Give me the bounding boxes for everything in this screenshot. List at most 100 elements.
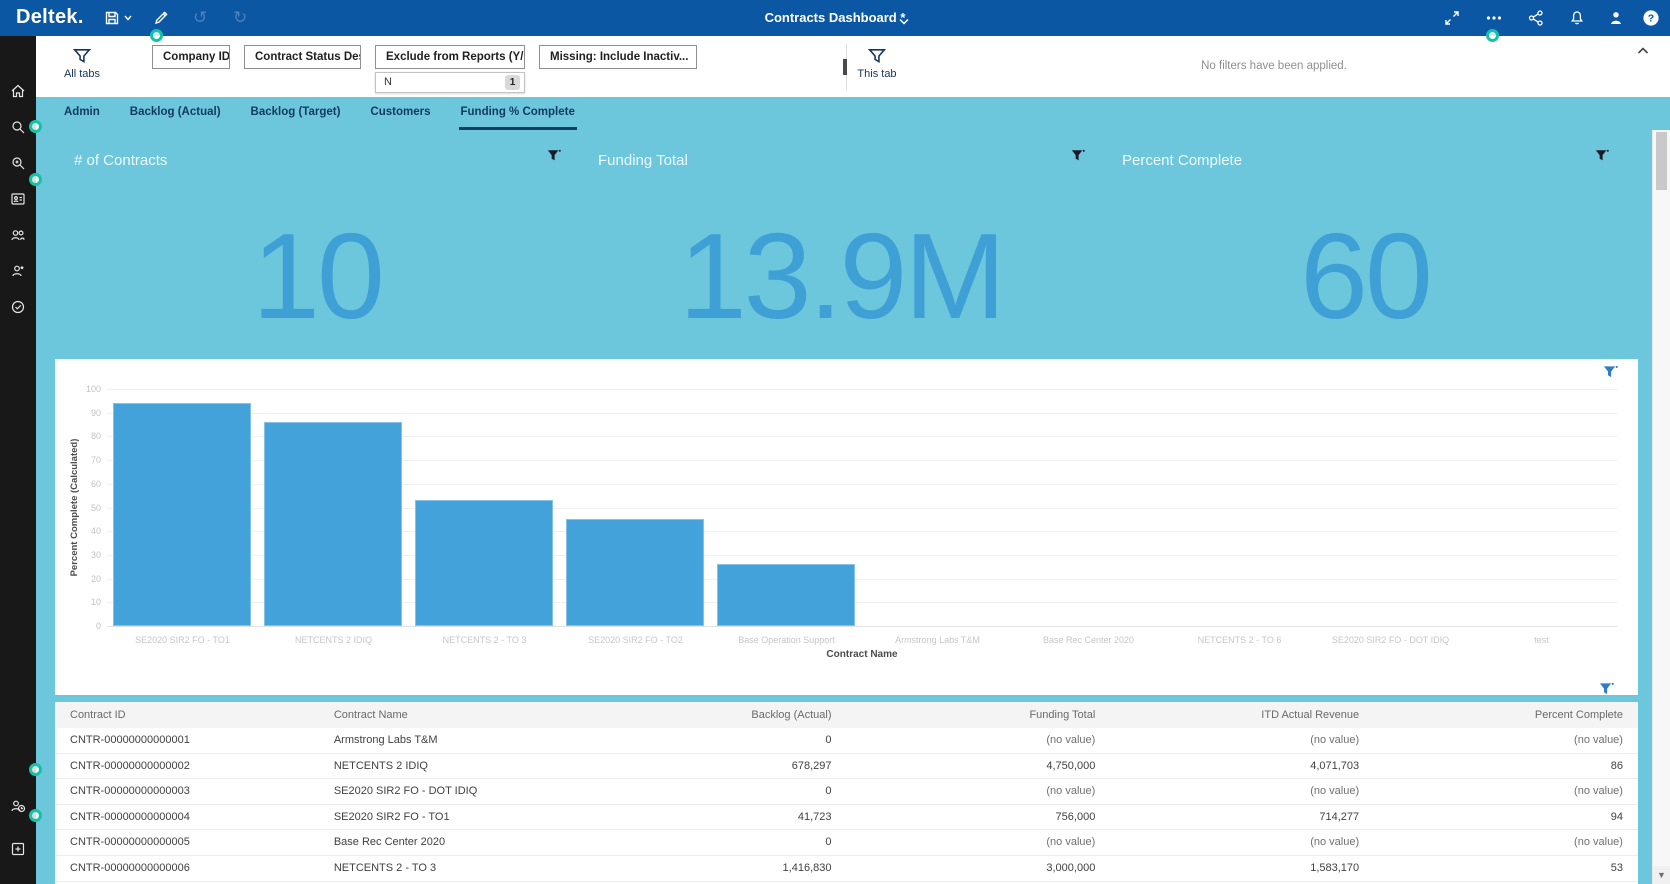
expand-icon[interactable]: [1443, 9, 1461, 27]
x-axis-label: NETCENTS 2 IDIQ: [258, 635, 409, 645]
table-cell: 0: [583, 779, 847, 804]
table-cell: 0: [583, 728, 847, 753]
kpi-panel: # of Contracts10: [55, 130, 579, 359]
scroll-down-button[interactable]: ▼: [1653, 866, 1670, 884]
filter-value-input[interactable]: N1: [375, 72, 525, 93]
tab-backlog-actual-[interactable]: Backlog (Actual): [128, 97, 223, 130]
annotation-dot: [29, 173, 42, 186]
share-icon[interactable]: [1527, 9, 1545, 27]
column-header[interactable]: Contract Name: [319, 702, 583, 728]
collapse-chevron-icon[interactable]: [1636, 44, 1656, 64]
bar[interactable]: [415, 500, 553, 626]
table-cell: (no value): [846, 830, 1110, 855]
scrollbar-thumb[interactable]: [1656, 132, 1667, 190]
table-row[interactable]: CNTR-00000000000004SE2020 SIR2 FO - TO14…: [55, 805, 1638, 831]
this-tab-label[interactable]: This tab: [842, 68, 912, 80]
check-circle-icon[interactable]: [10, 299, 26, 315]
table-row[interactable]: CNTR-00000000000002NETCENTS 2 IDIQ678,29…: [55, 754, 1638, 780]
save-icon[interactable]: [103, 9, 121, 27]
gridline: [107, 626, 1617, 627]
table-cell: Base Rec Center 2020: [319, 830, 583, 855]
kpi-title: # of Contracts: [74, 152, 167, 169]
bar-slot: [711, 389, 862, 626]
filter-chip: Company ID: [152, 45, 230, 69]
table-cell: CNTR-00000000000006: [55, 856, 319, 881]
x-axis-label: SE2020 SIR2 FO - TO2: [560, 635, 711, 645]
filter-chip-button[interactable]: Contract Status Desc: [244, 45, 361, 69]
help-icon[interactable]: ?: [1642, 9, 1660, 27]
column-header[interactable]: Funding Total: [846, 702, 1110, 728]
save-menu-chevron-icon[interactable]: [123, 13, 141, 31]
filter-chip-button[interactable]: Missing: Include Inactiv...: [539, 45, 697, 69]
all-tabs-filter-icon[interactable]: [73, 48, 91, 69]
title-chevron-icon[interactable]: [898, 14, 910, 32]
table-cell: (no value): [1110, 728, 1374, 753]
account-person-icon[interactable]: [1607, 9, 1625, 27]
x-axis-label: test: [1466, 635, 1617, 645]
bar-slot: [1315, 389, 1466, 626]
table-row[interactable]: CNTR-00000000000001Armstrong Labs T&M0(n…: [55, 728, 1638, 754]
kpi-value: 60: [1103, 216, 1627, 336]
column-header[interactable]: Percent Complete: [1374, 702, 1638, 728]
bar[interactable]: [264, 422, 402, 626]
bar[interactable]: [566, 519, 704, 626]
annotation-dot: [150, 29, 163, 42]
table-cell: Armstrong Labs T&M: [319, 728, 583, 753]
filter-chip-button[interactable]: Company ID: [152, 45, 230, 69]
kpi-filter-icon[interactable]: [1071, 149, 1085, 167]
employee-card-icon[interactable]: [10, 191, 26, 207]
bar[interactable]: [717, 564, 855, 626]
column-header[interactable]: ITD Actual Revenue: [1110, 702, 1374, 728]
bar[interactable]: [113, 403, 251, 626]
column-header[interactable]: Contract ID: [55, 702, 319, 728]
x-axis-label: SE2020 SIR2 FO - DOT IDIQ: [1315, 635, 1466, 645]
table-cell: (no value): [846, 728, 1110, 753]
search-icon[interactable]: [10, 119, 26, 135]
table-cell: CNTR-00000000000002: [55, 754, 319, 779]
filter-chip: Missing: Include Inactiv...: [539, 45, 697, 69]
user-star-icon[interactable]: [10, 263, 26, 279]
chart-filter-icon[interactable]: [1603, 365, 1618, 384]
notifications-bell-icon[interactable]: [1568, 9, 1586, 27]
bar-slot: [862, 389, 1013, 626]
kpi-filter-icon[interactable]: [1595, 149, 1609, 167]
user-clock-icon[interactable]: [10, 798, 26, 814]
kpi-panel: Percent Complete60: [1103, 130, 1627, 359]
bar-slot: [1013, 389, 1164, 626]
bar-slot: [1466, 389, 1617, 626]
table-cell: 678,297: [583, 754, 847, 779]
table-row[interactable]: CNTR-00000000000003SE2020 SIR2 FO - DOT …: [55, 779, 1638, 805]
tab-customers[interactable]: Customers: [368, 97, 432, 130]
svg-text:?: ?: [1648, 13, 1654, 25]
table-filter-icon[interactable]: [1599, 682, 1614, 701]
table-cell: 3,000,000: [846, 856, 1110, 881]
tab-admin[interactable]: Admin: [62, 97, 102, 130]
redo-icon[interactable]: ↻: [233, 8, 247, 28]
x-axis-label: NETCENTS 2 - TO 3: [409, 635, 560, 645]
undo-icon[interactable]: ↺: [193, 8, 207, 28]
home-icon[interactable]: [10, 83, 26, 99]
x-axis-label: Base Operation Support: [711, 635, 862, 645]
edit-pencil-icon[interactable]: [152, 9, 170, 27]
advanced-search-icon[interactable]: [10, 155, 26, 171]
filter-count-badge: 1: [505, 75, 520, 90]
column-header[interactable]: Backlog (Actual): [583, 702, 847, 728]
filter-chip-button[interactable]: Exclude from Reports (Y/...: [375, 45, 525, 69]
more-options-icon[interactable]: [1485, 9, 1503, 27]
table-cell: 86: [1374, 754, 1638, 779]
table-cell: NETCENTS 2 - TO 3: [319, 856, 583, 881]
table-cell: CNTR-00000000000004: [55, 805, 319, 830]
table-cell: 756,000: [846, 805, 1110, 830]
tab-backlog-target-[interactable]: Backlog (Target): [249, 97, 343, 130]
all-tabs-label[interactable]: All tabs: [47, 68, 117, 80]
people-icon[interactable]: [10, 227, 26, 243]
tab-funding-complete[interactable]: Funding % Complete: [459, 97, 577, 130]
table-row[interactable]: CNTR-00000000000005Base Rec Center 20200…: [55, 830, 1638, 856]
dashboard-title[interactable]: Contracts Dashboard *: [720, 0, 950, 36]
no-filters-message: No filters have been applied.: [1124, 60, 1424, 72]
table-cell: 0: [583, 830, 847, 855]
kpi-filter-icon[interactable]: [547, 149, 561, 167]
table-row[interactable]: CNTR-00000000000006NETCENTS 2 - TO 31,41…: [55, 856, 1638, 882]
add-icon[interactable]: [10, 841, 26, 857]
this-tab-filter-icon[interactable]: [868, 48, 886, 69]
